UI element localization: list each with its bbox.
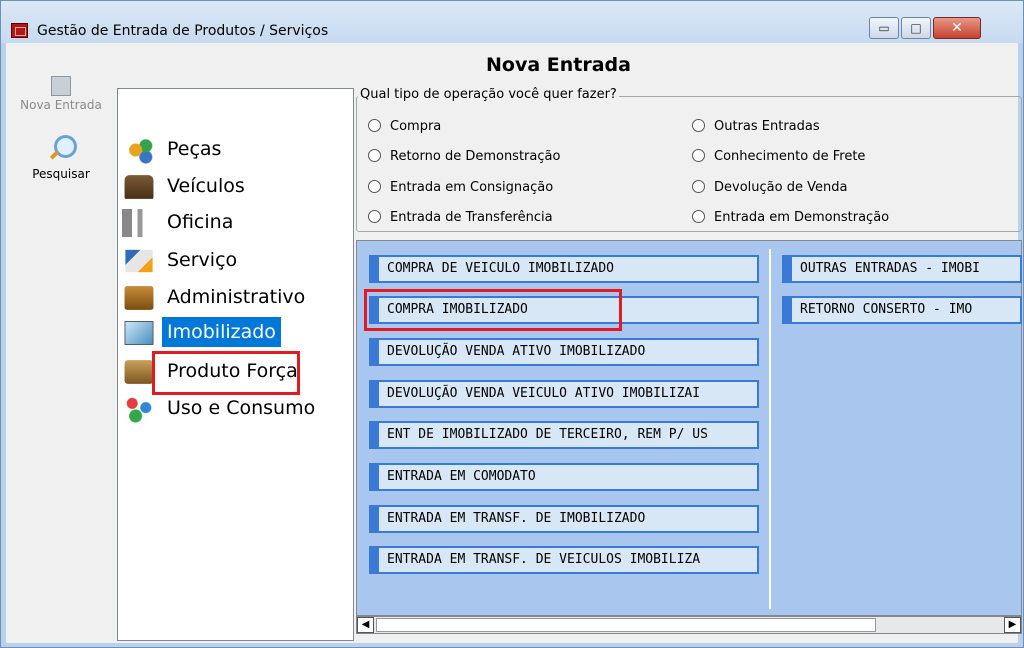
radio-dot <box>368 180 381 193</box>
box-icon <box>124 360 154 384</box>
wrench-icon <box>122 209 156 237</box>
radio-dot <box>368 210 381 223</box>
radio-retorno-demonstracao[interactable]: Retorno de Demonstração <box>368 149 560 164</box>
radio-compra[interactable]: Compra <box>368 119 441 134</box>
category-label: Administrativo <box>167 286 306 308</box>
app-icon <box>11 23 28 38</box>
operation-item[interactable]: DEVOLUÇÃO VENDA VEICULO ATIVO IMOBILIZAI <box>369 380 759 408</box>
category-item-uso-consumo[interactable]: Uso e Consumo <box>122 392 352 423</box>
operation-label: ENT DE IMOBILIZADO DE TERCEIRO, REM P/ U… <box>387 427 708 442</box>
operation-item[interactable]: OUTRAS ENTRADAS - IMOBI <box>782 255 1022 283</box>
operation-item[interactable]: COMPRA DE VEICULO IMOBILIZADO <box>369 255 759 283</box>
highlight-box-operation <box>364 289 622 331</box>
category-item-oficina[interactable]: Oficina <box>122 206 352 237</box>
category-label: Veículos <box>167 175 245 197</box>
radio-conhecimento-frete[interactable]: Conhecimento de Frete <box>692 149 865 164</box>
operation-label: RETORNO CONSERTO - IMO <box>800 302 973 317</box>
column-divider <box>769 249 771 609</box>
category-label: Oficina <box>167 211 234 233</box>
category-item-administrativo[interactable]: Administrativo <box>122 281 352 311</box>
operation-type-legend: Qual tipo de operação você quer fazer? <box>358 87 619 102</box>
operation-label: DEVOLUÇÃO VENDA VEICULO ATIVO IMOBILIZAI <box>387 386 701 401</box>
operation-item[interactable]: ENT DE IMOBILIZADO DE TERCEIRO, REM P/ U… <box>369 421 759 449</box>
scrollbar-thumb[interactable] <box>376 618 876 632</box>
highlight-box-category <box>152 351 300 395</box>
radio-label: Entrada em Consignação <box>390 180 554 195</box>
category-label: Uso e Consumo <box>167 397 316 419</box>
magnifier-icon <box>49 135 77 165</box>
new-entry-button[interactable]: Nova Entrada <box>6 76 116 112</box>
horizontal-scrollbar[interactable]: ◀ ▶ <box>356 616 1022 634</box>
search-label: Pesquisar <box>32 167 90 181</box>
parts-icon <box>122 136 156 164</box>
operation-label: ENTRADA EM TRANSF. DE IMOBILIZADO <box>387 511 646 526</box>
people-icon <box>122 395 156 423</box>
item-marker <box>784 298 792 322</box>
radio-dot <box>368 149 381 162</box>
radio-label: Outras Entradas <box>714 119 820 134</box>
radio-label: Compra <box>390 119 442 134</box>
radio-dot <box>692 119 705 132</box>
operation-label: ENTRADA EM COMODATO <box>387 469 536 484</box>
maximize-button[interactable]: □ <box>901 17 931 39</box>
category-item-servico[interactable]: Serviço <box>122 244 352 274</box>
operation-item[interactable]: ENTRADA EM TRANSF. DE VEICULOS IMOBILIZA <box>369 546 759 574</box>
item-marker <box>371 340 379 364</box>
item-marker <box>371 507 379 531</box>
item-marker <box>371 382 379 406</box>
item-marker <box>784 257 792 281</box>
operation-label: ENTRADA EM TRANSF. DE VEICULOS IMOBILIZA <box>387 552 701 567</box>
briefcase-icon <box>124 286 154 310</box>
radio-label: Retorno de Demonstração <box>390 149 561 164</box>
radio-label: Devolução de Venda <box>714 180 848 195</box>
operation-item[interactable]: DEVOLUÇÃO VENDA ATIVO IMOBILIZADO <box>369 338 759 366</box>
new-entry-icon <box>51 76 71 96</box>
search-button[interactable]: Pesquisar <box>6 135 116 181</box>
category-label: Serviço <box>167 249 238 271</box>
main-window: Gestão de Entrada de Produtos / Serviços… <box>0 0 1024 648</box>
category-label: Imobilizado <box>162 317 281 347</box>
new-entry-label: Nova Entrada <box>20 98 102 112</box>
item-marker <box>371 423 379 447</box>
page-title: Nova Entrada <box>486 54 631 76</box>
scroll-left-icon[interactable]: ◀ <box>357 617 374 633</box>
truck-icon <box>124 175 154 199</box>
minimize-button[interactable]: ▭ <box>869 17 899 39</box>
radio-dot <box>368 119 381 132</box>
radio-dot <box>692 210 705 223</box>
client-area: Nova Entrada Pesquisar Nova Entrada Peça… <box>6 43 1022 643</box>
radio-label: Conhecimento de Frete <box>714 149 866 164</box>
category-item-veiculos[interactable]: Veículos <box>122 170 352 200</box>
radio-entrada-consignacao[interactable]: Entrada em Consignação <box>368 180 553 195</box>
picture-icon <box>124 321 154 345</box>
operation-item[interactable]: RETORNO CONSERTO - IMO <box>782 296 1022 324</box>
title-bar: Gestão de Entrada de Produtos / Serviços… <box>1 1 1023 43</box>
close-button[interactable]: ✕ <box>933 17 981 39</box>
item-marker <box>371 257 379 281</box>
radio-dot <box>692 149 705 162</box>
operation-label: OUTRAS ENTRADAS - IMOBI <box>800 261 981 276</box>
radio-label: Entrada em Demonstração <box>714 210 890 225</box>
category-item-pecas[interactable]: Peças <box>122 133 352 164</box>
window-title: Gestão de Entrada de Produtos / Serviços <box>37 23 329 39</box>
radio-outras-entradas[interactable]: Outras Entradas <box>692 119 820 134</box>
radio-entrada-transferencia[interactable]: Entrada de Transferência <box>368 210 553 225</box>
operation-item[interactable]: ENTRADA EM TRANSF. DE IMOBILIZADO <box>369 505 759 533</box>
category-item-imobilizado[interactable]: Imobilizado <box>122 316 352 347</box>
category-label: Peças <box>167 138 222 160</box>
operation-label: COMPRA DE VEICULO IMOBILIZADO <box>387 261 614 276</box>
service-icon <box>125 249 153 273</box>
scroll-right-icon[interactable]: ▶ <box>1004 617 1021 633</box>
radio-dot <box>692 180 705 193</box>
item-marker <box>371 465 379 489</box>
radio-label: Entrada de Transferência <box>390 210 553 225</box>
side-toolbar: Nova Entrada Pesquisar <box>6 43 116 643</box>
radio-devolucao-venda[interactable]: Devolução de Venda <box>692 180 847 195</box>
item-marker <box>371 548 379 572</box>
radio-entrada-demonstracao[interactable]: Entrada em Demonstração <box>692 210 889 225</box>
operation-label: DEVOLUÇÃO VENDA ATIVO IMOBILIZADO <box>387 344 646 359</box>
operation-item[interactable]: ENTRADA EM COMODATO <box>369 463 759 491</box>
